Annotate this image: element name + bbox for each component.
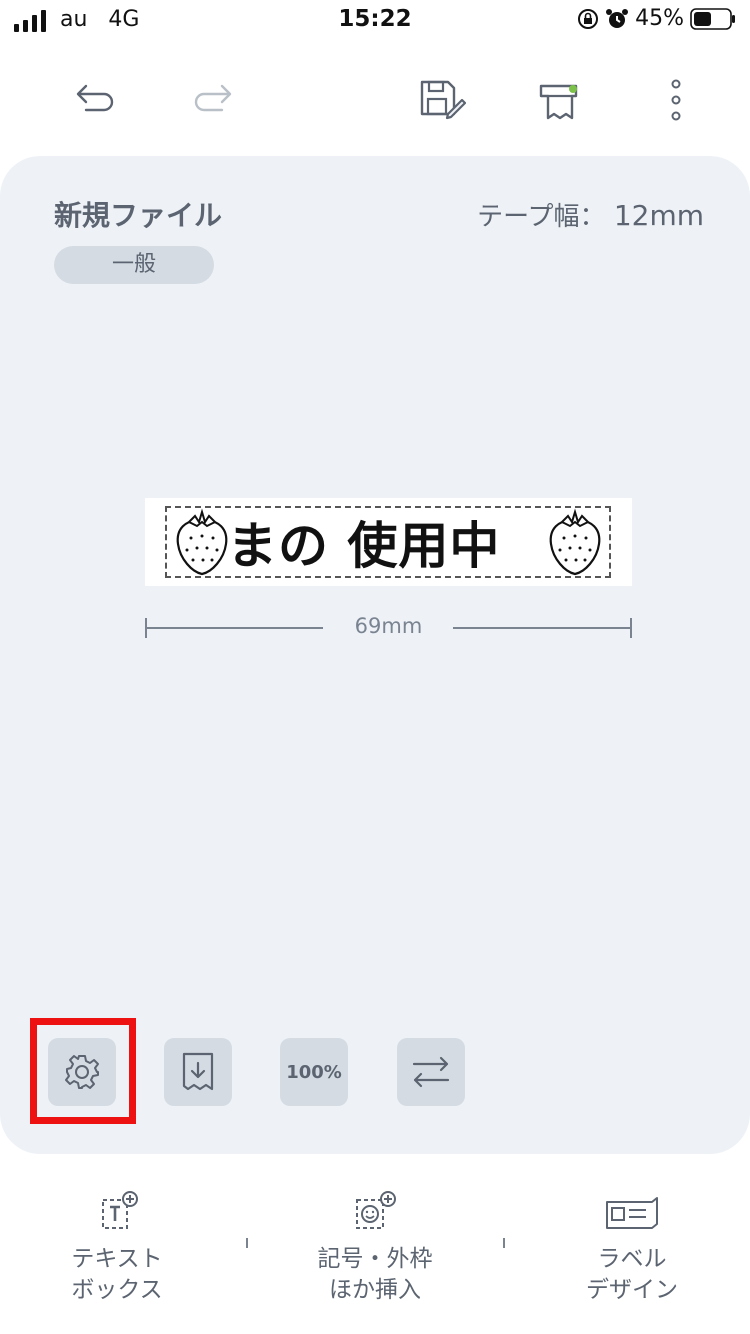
zoom-level: 100% xyxy=(286,1061,342,1083)
battery-percent: 45% xyxy=(635,6,684,31)
strawberry-icon xyxy=(549,508,601,576)
more-menu-button[interactable] xyxy=(646,70,706,130)
redo-button[interactable] xyxy=(182,70,242,130)
label-design-icon xyxy=(606,1197,658,1229)
battery-icon xyxy=(690,7,735,30)
label-preview[interactable]: まの 使用中 xyxy=(145,498,632,586)
nav-label-design-label-1: ラベル xyxy=(597,1246,667,1272)
status-right: 45% xyxy=(577,6,736,31)
label-text[interactable]: まの 使用中 xyxy=(227,506,500,578)
tape-feed-button[interactable] xyxy=(164,1038,232,1106)
text-box-add-icon xyxy=(102,1191,138,1229)
nav-insert-symbol-label-2: ほか挿入 xyxy=(329,1277,421,1303)
nav-divider xyxy=(246,1238,248,1248)
nav-label-design[interactable]: ラベル デザイン xyxy=(532,1190,732,1306)
print-button[interactable] xyxy=(530,70,590,130)
nav-text-box-label-2: ボックス xyxy=(71,1277,163,1303)
undo-icon xyxy=(76,84,114,112)
alarm-icon xyxy=(606,8,629,28)
editor-toolbar xyxy=(0,70,750,130)
save-edit-icon xyxy=(420,80,466,120)
nav-insert-symbol-label-1: 記号・外枠 xyxy=(317,1246,433,1272)
symbol-add-icon xyxy=(356,1191,396,1229)
zoom-button[interactable]: 100% xyxy=(280,1038,348,1106)
nav-text-box-label-1: テキスト xyxy=(71,1246,163,1272)
nav-insert-symbol[interactable]: 記号・外枠 ほか挿入 xyxy=(275,1190,475,1306)
tape-width: テープ幅： 12mm xyxy=(477,196,704,233)
redo-icon xyxy=(194,84,232,112)
highlight-box xyxy=(30,1018,136,1124)
swap-arrows-icon xyxy=(412,1056,450,1088)
undo-button[interactable] xyxy=(66,70,126,130)
status-bar: au 4G 15:22 45% xyxy=(0,0,750,42)
more-vertical-icon xyxy=(671,79,681,121)
nav-label-design-label-2: デザイン xyxy=(586,1277,678,1303)
tape-feed-icon xyxy=(182,1052,214,1091)
file-title: 新規ファイル xyxy=(54,199,223,232)
save-button[interactable] xyxy=(412,70,472,130)
printer-icon xyxy=(539,84,578,120)
bottom-nav: テキスト ボックス 記号・外枠 ほか挿入 ラベル デザイン xyxy=(0,1190,750,1320)
tape-width-value: 12mm xyxy=(613,199,704,232)
label-length-indicator: 69mm xyxy=(145,614,632,642)
tape-width-label: テープ幅： xyxy=(477,202,606,232)
swap-direction-button[interactable] xyxy=(397,1038,465,1106)
label-length: 69mm xyxy=(354,614,423,638)
category-badge[interactable]: 一般 xyxy=(54,246,214,284)
strawberry-icon xyxy=(176,508,228,576)
rotation-lock-icon xyxy=(578,8,599,29)
nav-divider xyxy=(503,1238,505,1248)
editor-canvas-panel: 新規ファイル テープ幅： 12mm 一般 まの 使用中 69mm 100% xyxy=(0,156,750,1154)
nav-text-box[interactable]: テキスト ボックス xyxy=(17,1190,217,1306)
